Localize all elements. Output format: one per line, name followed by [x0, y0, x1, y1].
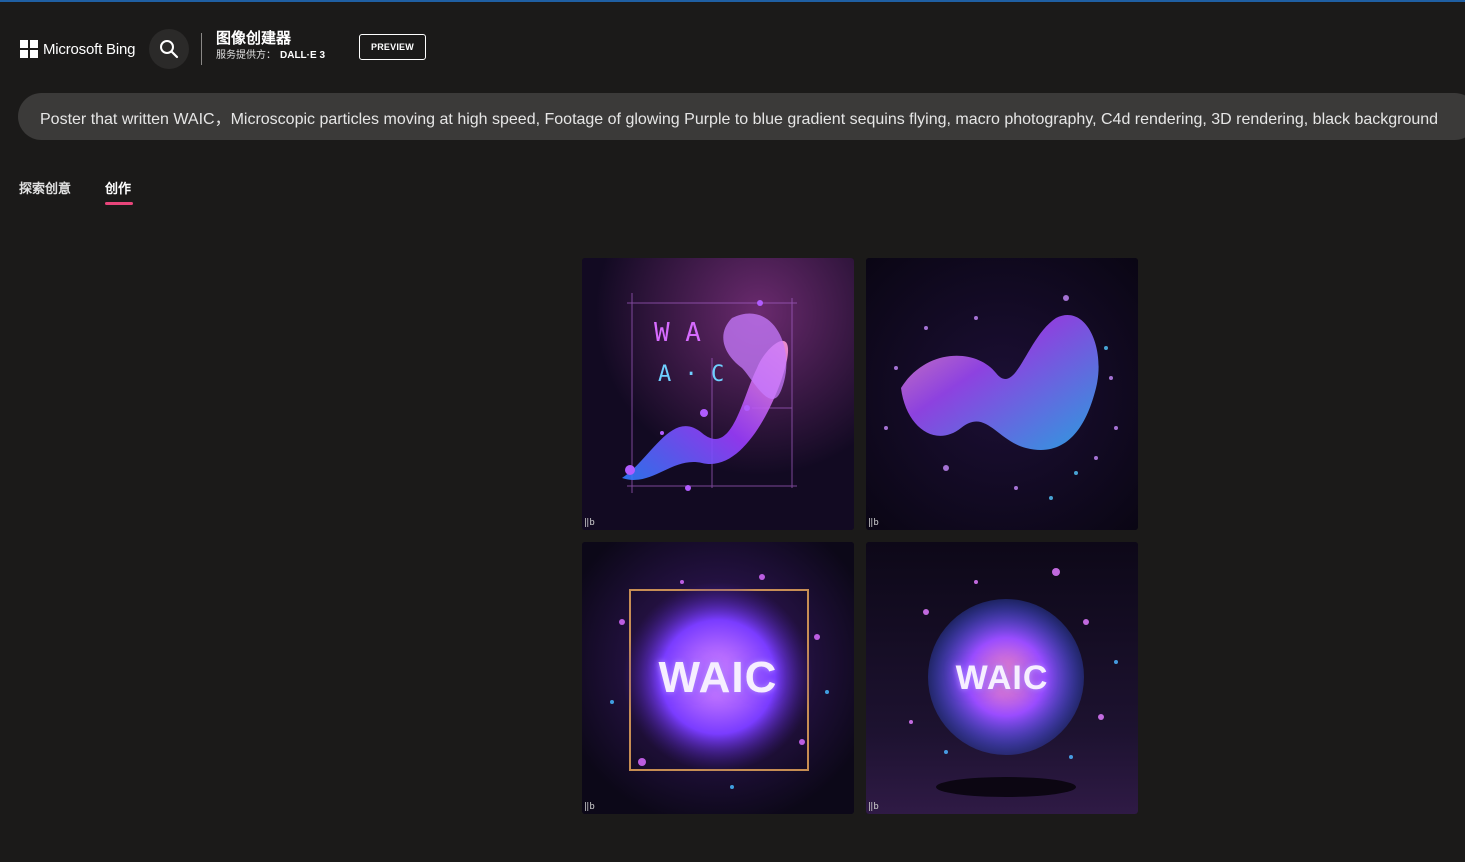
- logo-text: Microsoft Bing: [43, 40, 136, 58]
- dalle-watermark: ‖b: [868, 518, 879, 528]
- image-1-text-top: W A: [654, 318, 701, 348]
- provider-label: 服务提供方：: [216, 50, 276, 61]
- app-title: 图像创建器: [216, 30, 292, 47]
- tab-create-label: 创作: [105, 181, 132, 196]
- provider-name: DALL·E 3: [280, 50, 325, 61]
- dalle-watermark: ‖b: [584, 518, 595, 528]
- header-divider: [201, 33, 202, 65]
- dalle-watermark: ‖b: [868, 802, 879, 812]
- bing-logo[interactable]: Microsoft Bing: [20, 39, 135, 59]
- image-4-waic-text: WAIC: [955, 658, 1049, 697]
- generated-image-2[interactable]: ‖b: [866, 258, 1138, 530]
- tab-create[interactable]: 创作: [105, 178, 133, 205]
- generated-image-3[interactable]: WAIC ‖b: [582, 542, 854, 814]
- dalle-watermark: ‖b: [584, 802, 595, 812]
- provider-info: 服务提供方： DALL·E 3: [216, 48, 325, 64]
- image-grid: W A A · C ‖b ‖b WAIC ‖b WAIC ‖b: [582, 258, 1138, 814]
- generated-image-4[interactable]: WAIC ‖b: [866, 542, 1138, 814]
- search-icon: [160, 40, 179, 59]
- image-3-waic-text: WAIC: [658, 653, 778, 702]
- image-1-text-bottom: A · C: [658, 362, 725, 387]
- tab-explore[interactable]: 探索创意: [19, 178, 71, 197]
- search-button[interactable]: [149, 29, 189, 69]
- app-title-block: 图像创建器 服务提供方： DALL·E 3: [216, 30, 325, 64]
- generated-image-1[interactable]: W A A · C ‖b: [582, 258, 854, 530]
- header: Microsoft Bing 图像创建器 服务提供方： DALL·E 3 PREV…: [0, 2, 1465, 90]
- active-tab-underline: [105, 202, 133, 205]
- microsoft-logo-icon: [20, 40, 38, 58]
- tab-explore-label: 探索创意: [19, 181, 72, 196]
- prompt-text: Poster that written WAIC，Microscopic par…: [40, 110, 1439, 128]
- preview-badge: PREVIEW: [359, 34, 426, 60]
- prompt-input[interactable]: Poster that written WAIC，Microscopic par…: [18, 93, 1465, 140]
